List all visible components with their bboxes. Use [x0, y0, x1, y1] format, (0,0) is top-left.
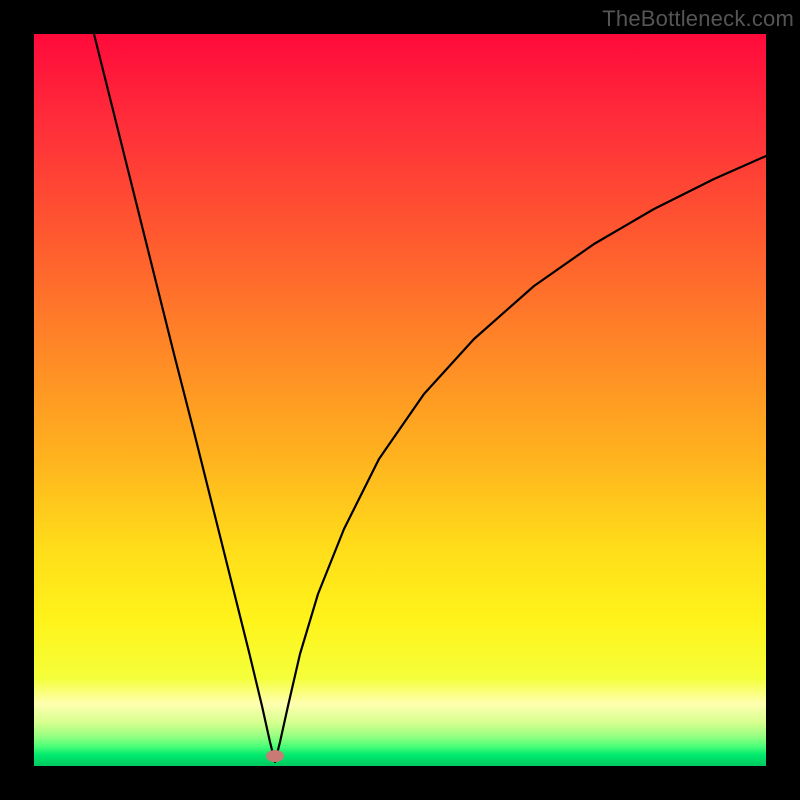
watermark-text: TheBottleneck.com — [602, 6, 794, 32]
optimum-marker — [266, 750, 284, 762]
chart-background — [34, 34, 766, 766]
chart-svg — [34, 34, 766, 766]
chart-plot-area — [34, 34, 766, 766]
